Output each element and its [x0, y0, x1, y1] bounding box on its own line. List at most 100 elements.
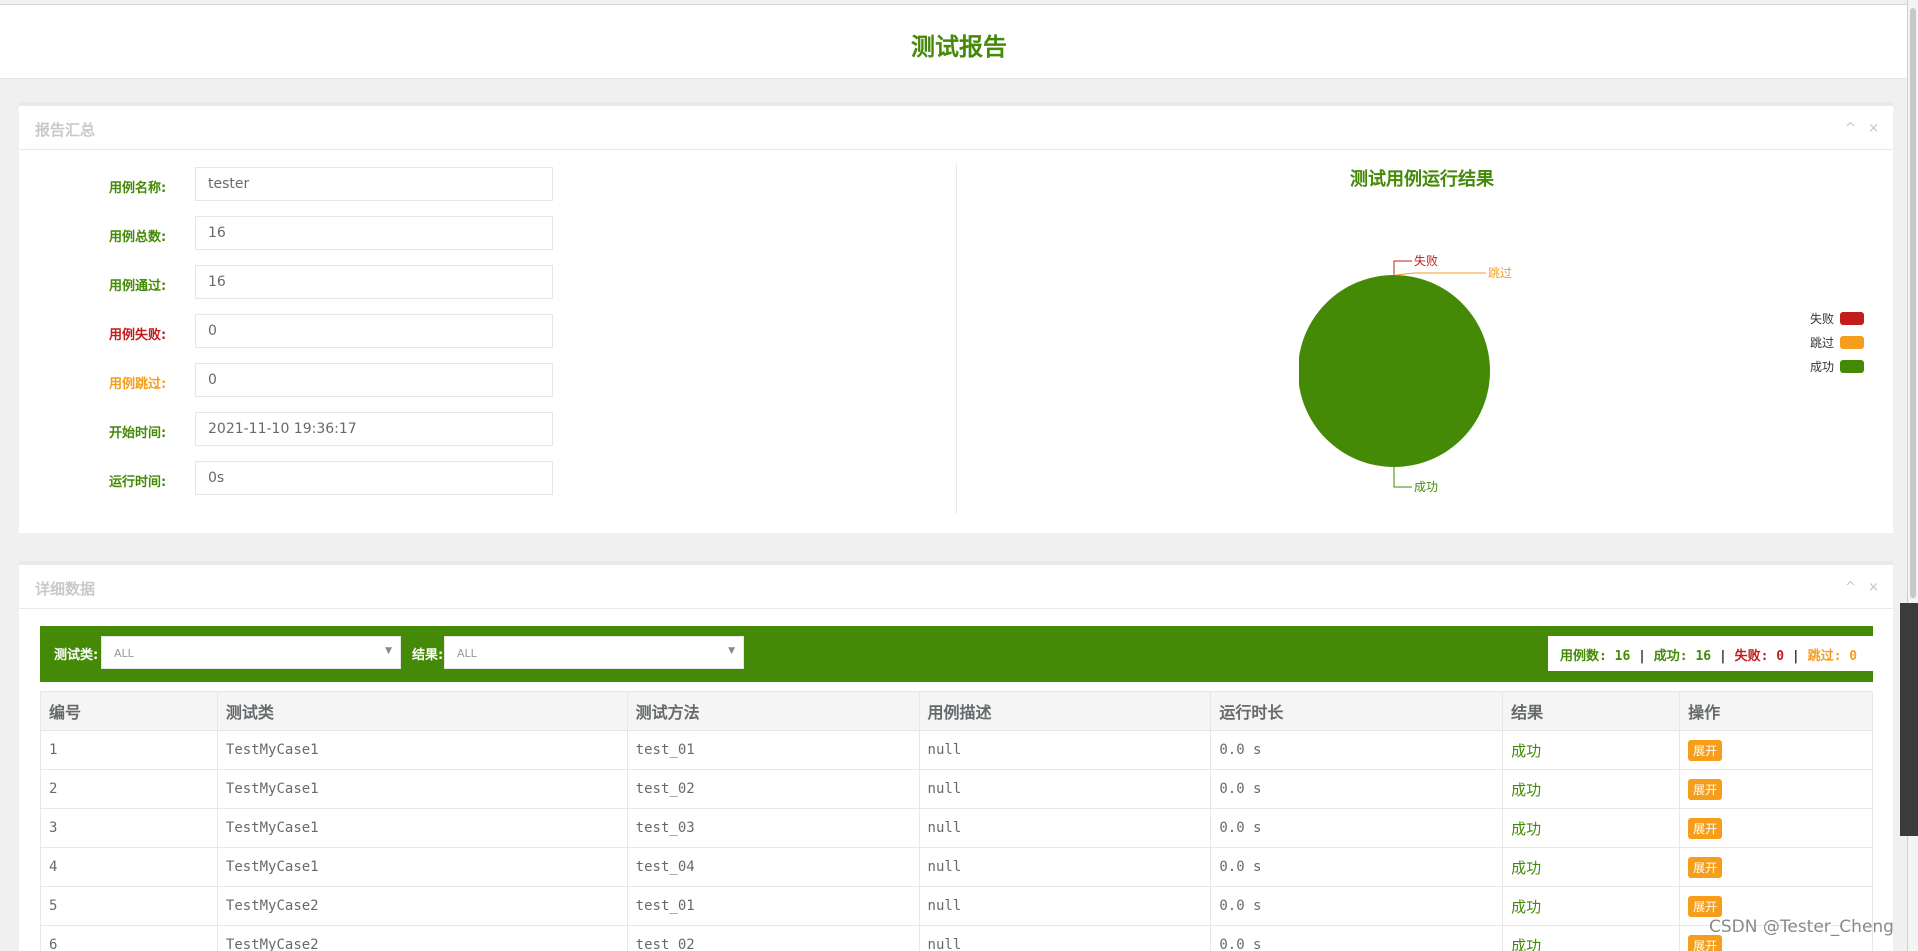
cell-result: 成功: [1502, 847, 1681, 887]
filter-class-value: ALL: [114, 647, 134, 660]
filter-class-select[interactable]: ALL ▼: [101, 636, 401, 669]
legend-item-fail[interactable]: 失败: [1810, 306, 1865, 330]
legend-item-pass[interactable]: 成功: [1810, 354, 1865, 378]
cell-desc: null: [918, 769, 1212, 809]
cell-id: 4: [40, 847, 218, 887]
cell-duration: 0.0 s: [1210, 886, 1504, 926]
field-label: 用例名称:: [109, 181, 167, 196]
cell-result: 成功: [1502, 808, 1681, 848]
side-toolbar-tab[interactable]: [1900, 603, 1918, 836]
vertical-divider: [956, 164, 957, 514]
legend-label: 成功: [1810, 359, 1835, 374]
report-header: 测试报告: [0, 4, 1918, 79]
cell-desc: null: [918, 847, 1212, 887]
cell-action: 展开: [1679, 847, 1873, 887]
table-row: 3 TestMyCase1 test_03 null 0.0 s 成功 展开: [40, 808, 1873, 848]
scrollbar-thumb[interactable]: [1910, 8, 1916, 598]
column-header[interactable]: 测试方法: [626, 691, 920, 731]
cell-desc: null: [918, 886, 1212, 926]
field-label: 用例通过:: [109, 279, 167, 294]
field-label: 用例跳过:: [109, 377, 167, 392]
expand-button[interactable]: 展开: [1688, 778, 1723, 800]
cell-result: 成功: [1502, 730, 1681, 770]
cell-action: 展开: [1679, 730, 1873, 770]
summary-panel-title: 报告汇总: [35, 121, 96, 139]
pie-label: 成功: [1414, 480, 1438, 494]
legend-label: 失败: [1810, 311, 1835, 326]
summary-panel-header: 报告汇总 ^ ×: [19, 106, 1893, 150]
cell-class: TestMyCase1: [216, 769, 628, 809]
stats-skip-label: 跳过:: [1807, 649, 1842, 664]
column-header[interactable]: 操作: [1679, 691, 1873, 731]
case-total-input[interactable]: 16: [195, 216, 553, 250]
field-label: 用例失败:: [109, 328, 167, 343]
case-name-input[interactable]: tester: [195, 167, 553, 201]
dropdown-caret-icon: ▼: [728, 646, 735, 656]
table-row: 1 TestMyCase1 test_01 null 0.0 s 成功 展开: [40, 730, 1873, 770]
filter-result-value: ALL: [457, 647, 477, 660]
detail-panel-title: 详细数据: [35, 580, 96, 598]
cell-duration: 0.0 s: [1210, 808, 1504, 848]
cell-id: 2: [40, 769, 218, 809]
cell-class: TestMyCase1: [216, 730, 628, 770]
collapse-icon[interactable]: ^: [1845, 121, 1856, 136]
watermark: CSDN @Tester_Cheng: [1709, 917, 1894, 937]
summary-panel: 报告汇总 ^ × 用例名称: tester 用例总数: 16 用例通过: 16 …: [19, 102, 1893, 533]
cell-id: 6: [40, 925, 218, 951]
pie-leader-line: [1393, 467, 1412, 488]
table-header-row: 编号 测试类 测试方法 用例描述 运行时长 结果 操作: [40, 691, 1873, 731]
expand-button[interactable]: 展开: [1688, 895, 1723, 917]
cell-desc: null: [918, 730, 1212, 770]
column-header[interactable]: 测试类: [216, 691, 628, 731]
column-header[interactable]: 结果: [1502, 691, 1681, 731]
close-icon[interactable]: ×: [1868, 121, 1879, 136]
results-table: 编号 测试类 测试方法 用例描述 运行时长 结果 操作 1 TestMyCase…: [40, 691, 1873, 951]
filter-result-select[interactable]: ALL ▼: [444, 636, 744, 669]
stats-total-value: 16: [1614, 649, 1631, 664]
stats-separator: |: [1638, 649, 1646, 664]
column-header[interactable]: 运行时长: [1210, 691, 1504, 731]
stats-skip-value: 0: [1849, 649, 1858, 664]
cell-id: 1: [40, 730, 218, 770]
cell-desc: null: [918, 808, 1212, 848]
collapse-icon[interactable]: ^: [1845, 580, 1856, 595]
cell-method: test_02: [626, 925, 920, 951]
stats-summary: 用例数: 16 | 成功: 16 | 失败: 0 | 跳过: 0: [1548, 636, 1877, 671]
legend-item-skip[interactable]: 跳过: [1810, 330, 1865, 354]
cell-duration: 0.0 s: [1210, 925, 1504, 951]
expand-button[interactable]: 展开: [1688, 817, 1723, 839]
cell-id: 3: [40, 808, 218, 848]
stats-pass-label: 成功:: [1653, 649, 1688, 664]
cell-duration: 0.0 s: [1210, 769, 1504, 809]
run-time-input[interactable]: 0s: [195, 461, 553, 495]
column-header[interactable]: 用例描述: [918, 691, 1212, 731]
cell-method: test_02: [626, 769, 920, 809]
cell-method: test_01: [626, 730, 920, 770]
case-skip-input[interactable]: 0: [195, 363, 553, 397]
pie-leader-line: [1393, 260, 1412, 275]
cell-duration: 0.0 s: [1210, 847, 1504, 887]
cell-class: TestMyCase1: [216, 808, 628, 848]
legend-swatch: [1840, 311, 1865, 325]
close-icon[interactable]: ×: [1868, 580, 1879, 595]
detail-panel-header: 详细数据 ^ ×: [19, 565, 1893, 609]
field-label: 用例总数:: [109, 230, 167, 245]
start-time-input[interactable]: 2021-11-10 19:36:17: [195, 412, 553, 446]
column-header[interactable]: 编号: [40, 691, 218, 731]
case-fail-input[interactable]: 0: [195, 314, 553, 348]
legend-swatch: [1840, 359, 1865, 373]
cell-duration: 0.0 s: [1210, 730, 1504, 770]
filter-class-label: 测试类:: [54, 648, 99, 663]
stats-separator: |: [1718, 649, 1727, 664]
expand-button[interactable]: 展开: [1688, 739, 1723, 761]
detail-panel-tools: ^ ×: [1837, 580, 1879, 595]
pie-label: 失败: [1414, 253, 1438, 268]
case-pass-input[interactable]: 16: [195, 265, 553, 299]
cell-method: test_01: [626, 886, 920, 926]
pie-slice-2[interactable]: [1299, 275, 1490, 467]
legend-label: 跳过: [1810, 335, 1835, 350]
expand-button[interactable]: 展开: [1688, 856, 1723, 878]
stats-pass-value: 16: [1695, 649, 1712, 664]
stats-fail-value: 0: [1776, 649, 1785, 664]
pie-leader-line: [1395, 272, 1486, 276]
